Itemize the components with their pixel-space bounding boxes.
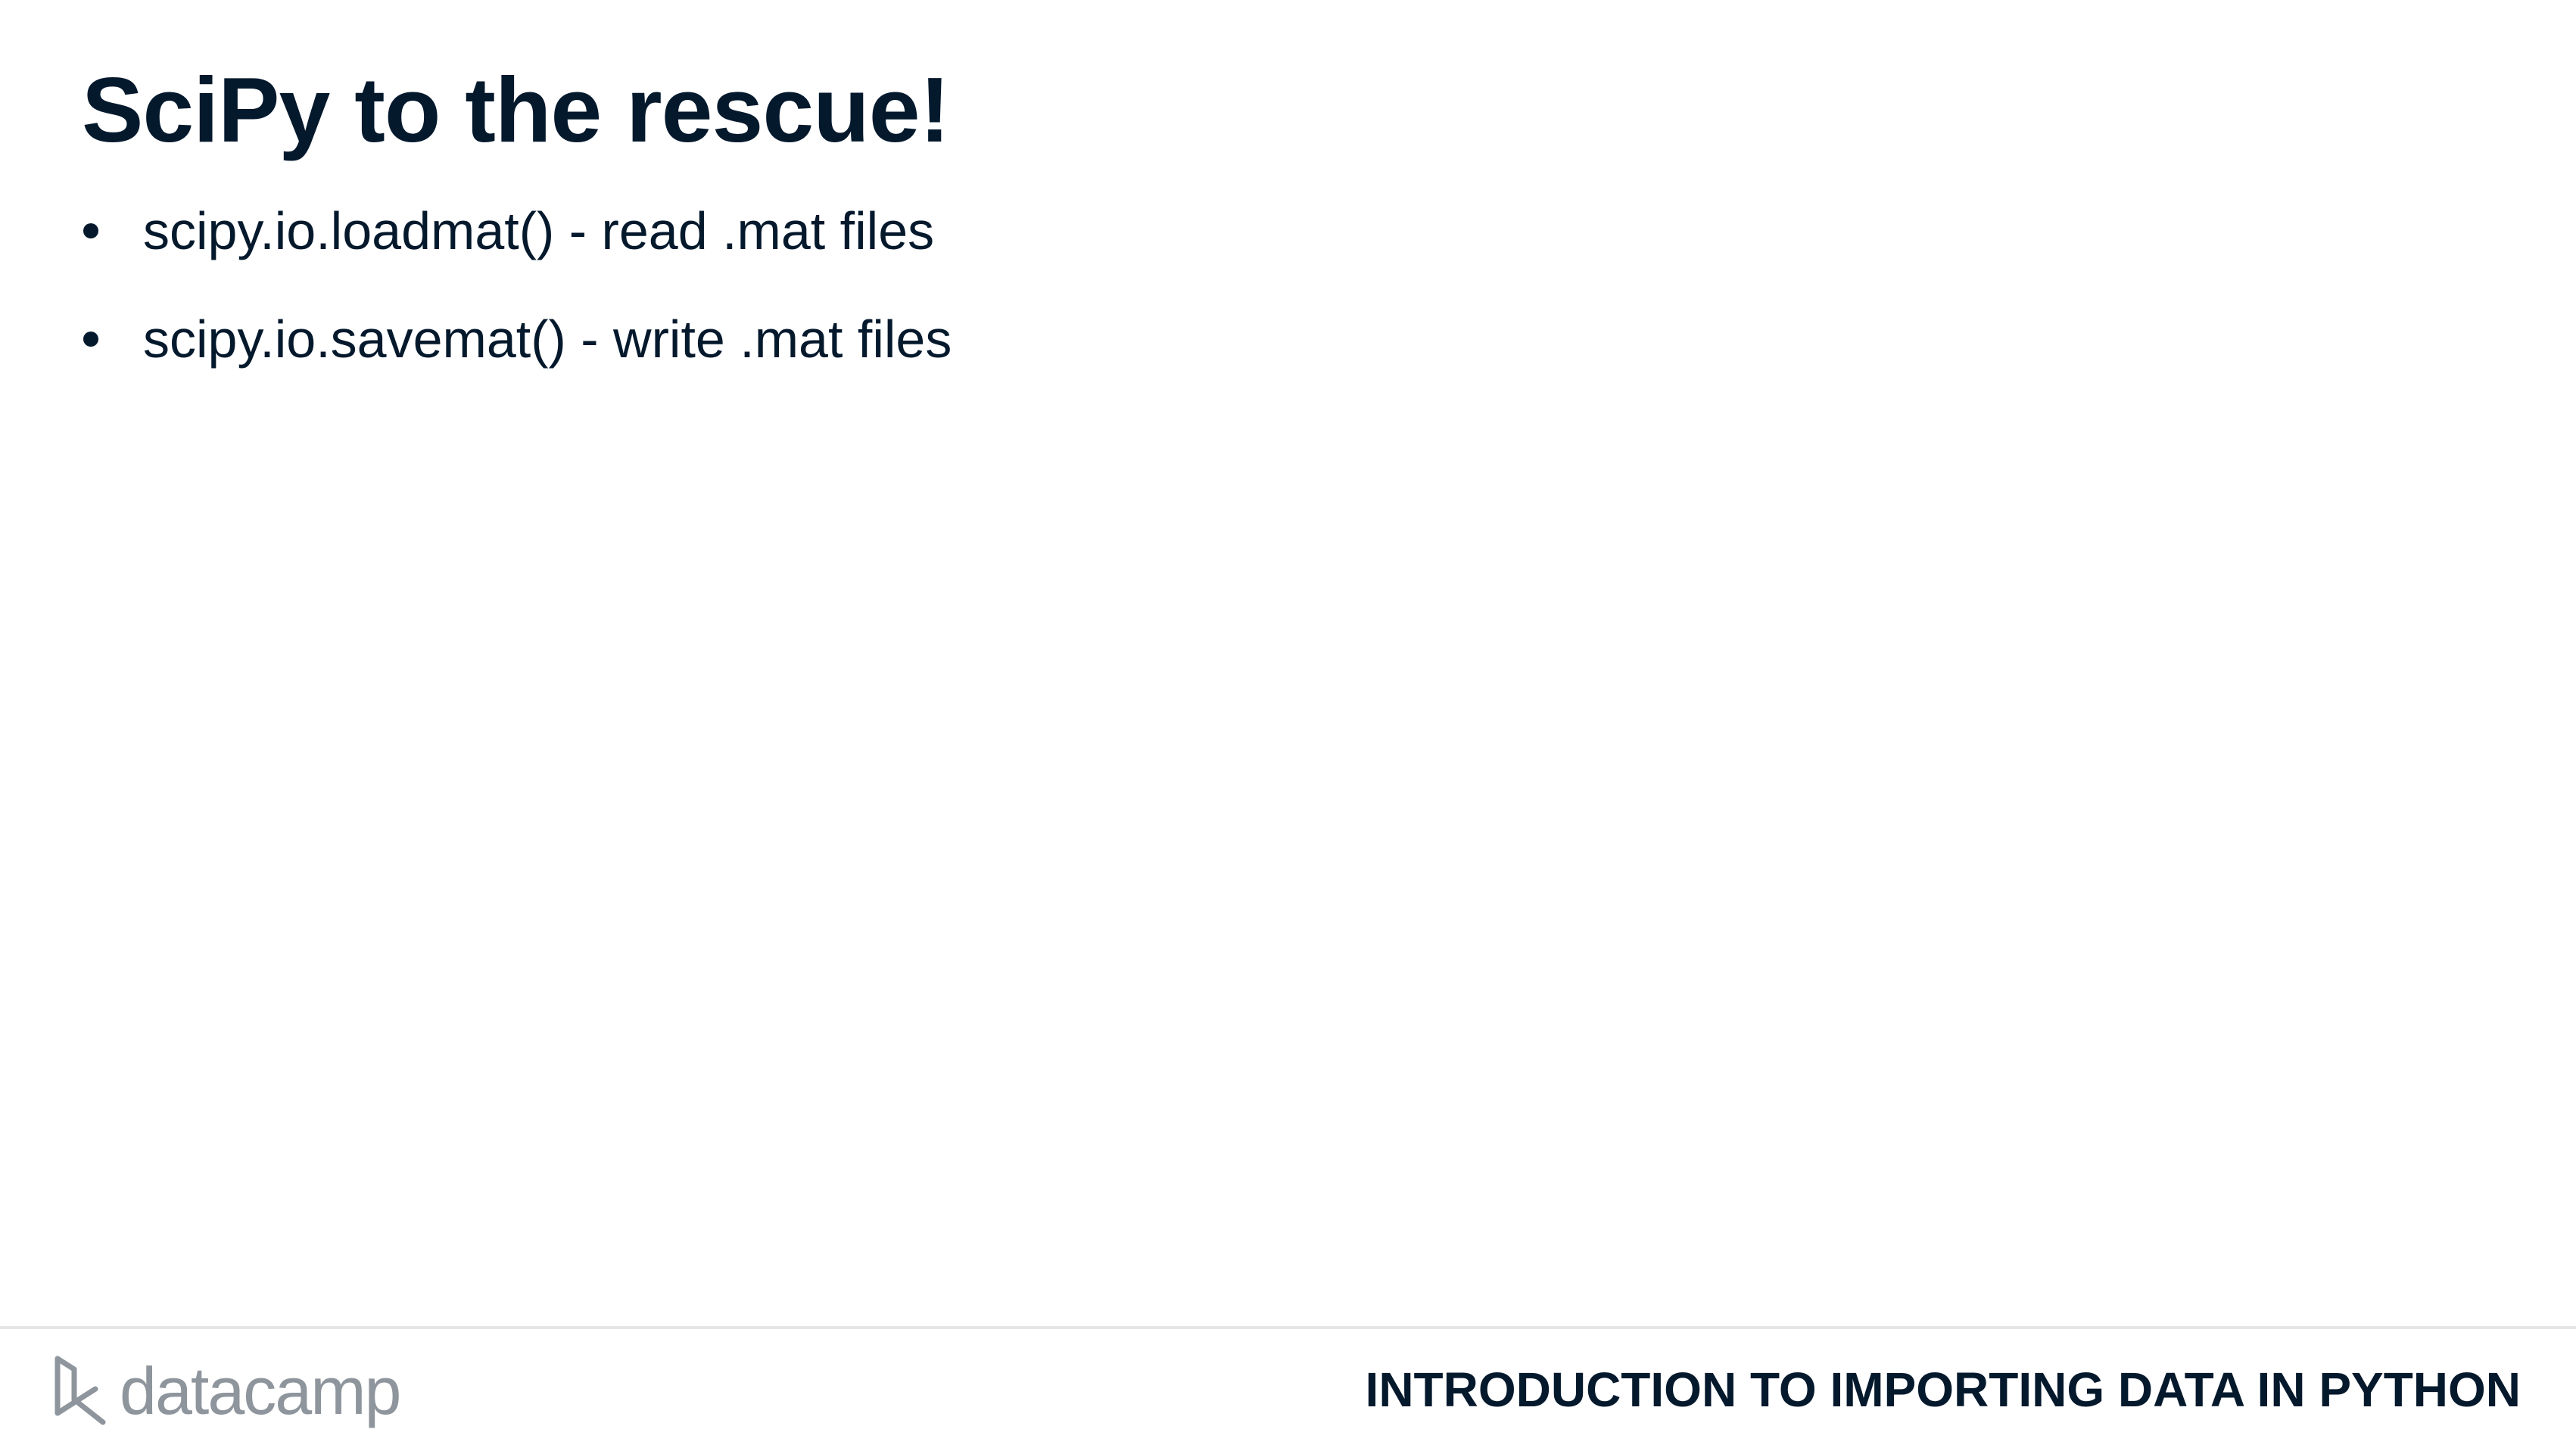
slide: SciPy to the rescue! scipy.io.loadmat() … (0, 0, 2576, 1451)
footer-divider (0, 1326, 2576, 1329)
datacamp-logo-text: datacamp (120, 1353, 401, 1428)
bullet-dot-icon (83, 332, 98, 347)
bullet-item-loadmat: scipy.io.loadmat() - read .mat files (82, 189, 952, 272)
course-name: INTRODUCTION TO IMPORTING DATA IN PYTHON (1365, 1362, 2521, 1417)
datacamp-logo: datacamp (51, 1350, 401, 1433)
bullet-item-savemat: scipy.io.savemat() - write .mat files (82, 297, 952, 381)
bullet-text-savemat: scipy.io.savemat() - write .mat files (143, 310, 952, 369)
slide-title: SciPy to the rescue! (82, 58, 950, 161)
bullet-dot-icon (83, 223, 98, 238)
bullet-text-loadmat: scipy.io.loadmat() - read .mat files (143, 201, 935, 260)
datacamp-logo-icon (55, 1356, 106, 1425)
bullet-list: scipy.io.loadmat() - read .mat files sci… (82, 189, 952, 406)
